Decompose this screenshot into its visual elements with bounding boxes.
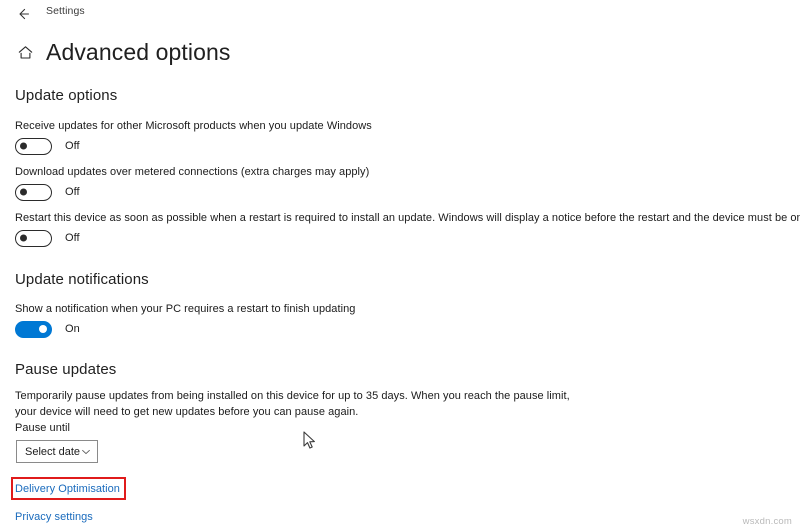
pause-until-dropdown[interactable]: Select date: [16, 440, 98, 463]
setting-description-metered-connections: Download updates over metered connection…: [15, 166, 370, 178]
toggle-restart-notification[interactable]: On: [15, 319, 80, 339]
toggle-state-label: On: [65, 323, 80, 335]
link-delivery-optimisation[interactable]: Delivery Optimisation: [15, 483, 120, 495]
switch-knob: [20, 234, 27, 242]
switch-knob: [39, 325, 47, 333]
section-heading-update-notifications: Update notifications: [15, 271, 149, 288]
page-header: Advanced options: [14, 36, 230, 68]
watermark: wsxdn.com: [742, 516, 792, 527]
switch-track[interactable]: [15, 229, 52, 247]
setting-description-restart-notification: Show a notification when your PC require…: [15, 303, 356, 315]
switch-track[interactable]: [15, 137, 52, 155]
back-arrow-icon[interactable]: [12, 4, 34, 24]
switch-track[interactable]: [15, 320, 52, 338]
title-bar: Settings: [0, 0, 800, 28]
toggle-metered-connections[interactable]: Off: [15, 182, 80, 202]
switch-track[interactable]: [15, 183, 52, 201]
section-heading-pause-updates: Pause updates: [15, 361, 117, 378]
toggle-state-label: Off: [65, 186, 80, 198]
toggle-state-label: Off: [65, 232, 80, 244]
pause-until-label: Pause until: [15, 422, 70, 434]
switch-knob: [20, 142, 27, 150]
page-title: Advanced options: [46, 38, 231, 65]
pause-until-dropdown-value: Select date: [25, 445, 81, 458]
chevron-down-icon: [81, 447, 91, 457]
setting-description-restart-asap: Restart this device as soon as possible …: [15, 212, 800, 224]
app-title: Settings: [46, 5, 85, 17]
toggle-state-label: Off: [65, 140, 80, 152]
switch-knob: [20, 188, 27, 196]
section-heading-update-options: Update options: [15, 87, 118, 104]
pause-updates-description: Temporarily pause updates from being ins…: [15, 390, 570, 418]
toggle-restart-asap[interactable]: Off: [15, 228, 80, 248]
home-icon[interactable]: [14, 41, 36, 63]
setting-description-microsoft-products: Receive updates for other Microsoft prod…: [15, 120, 372, 132]
mouse-cursor: [303, 431, 317, 451]
toggle-microsoft-products[interactable]: Off: [15, 136, 80, 156]
link-privacy-settings[interactable]: Privacy settings: [15, 511, 93, 523]
